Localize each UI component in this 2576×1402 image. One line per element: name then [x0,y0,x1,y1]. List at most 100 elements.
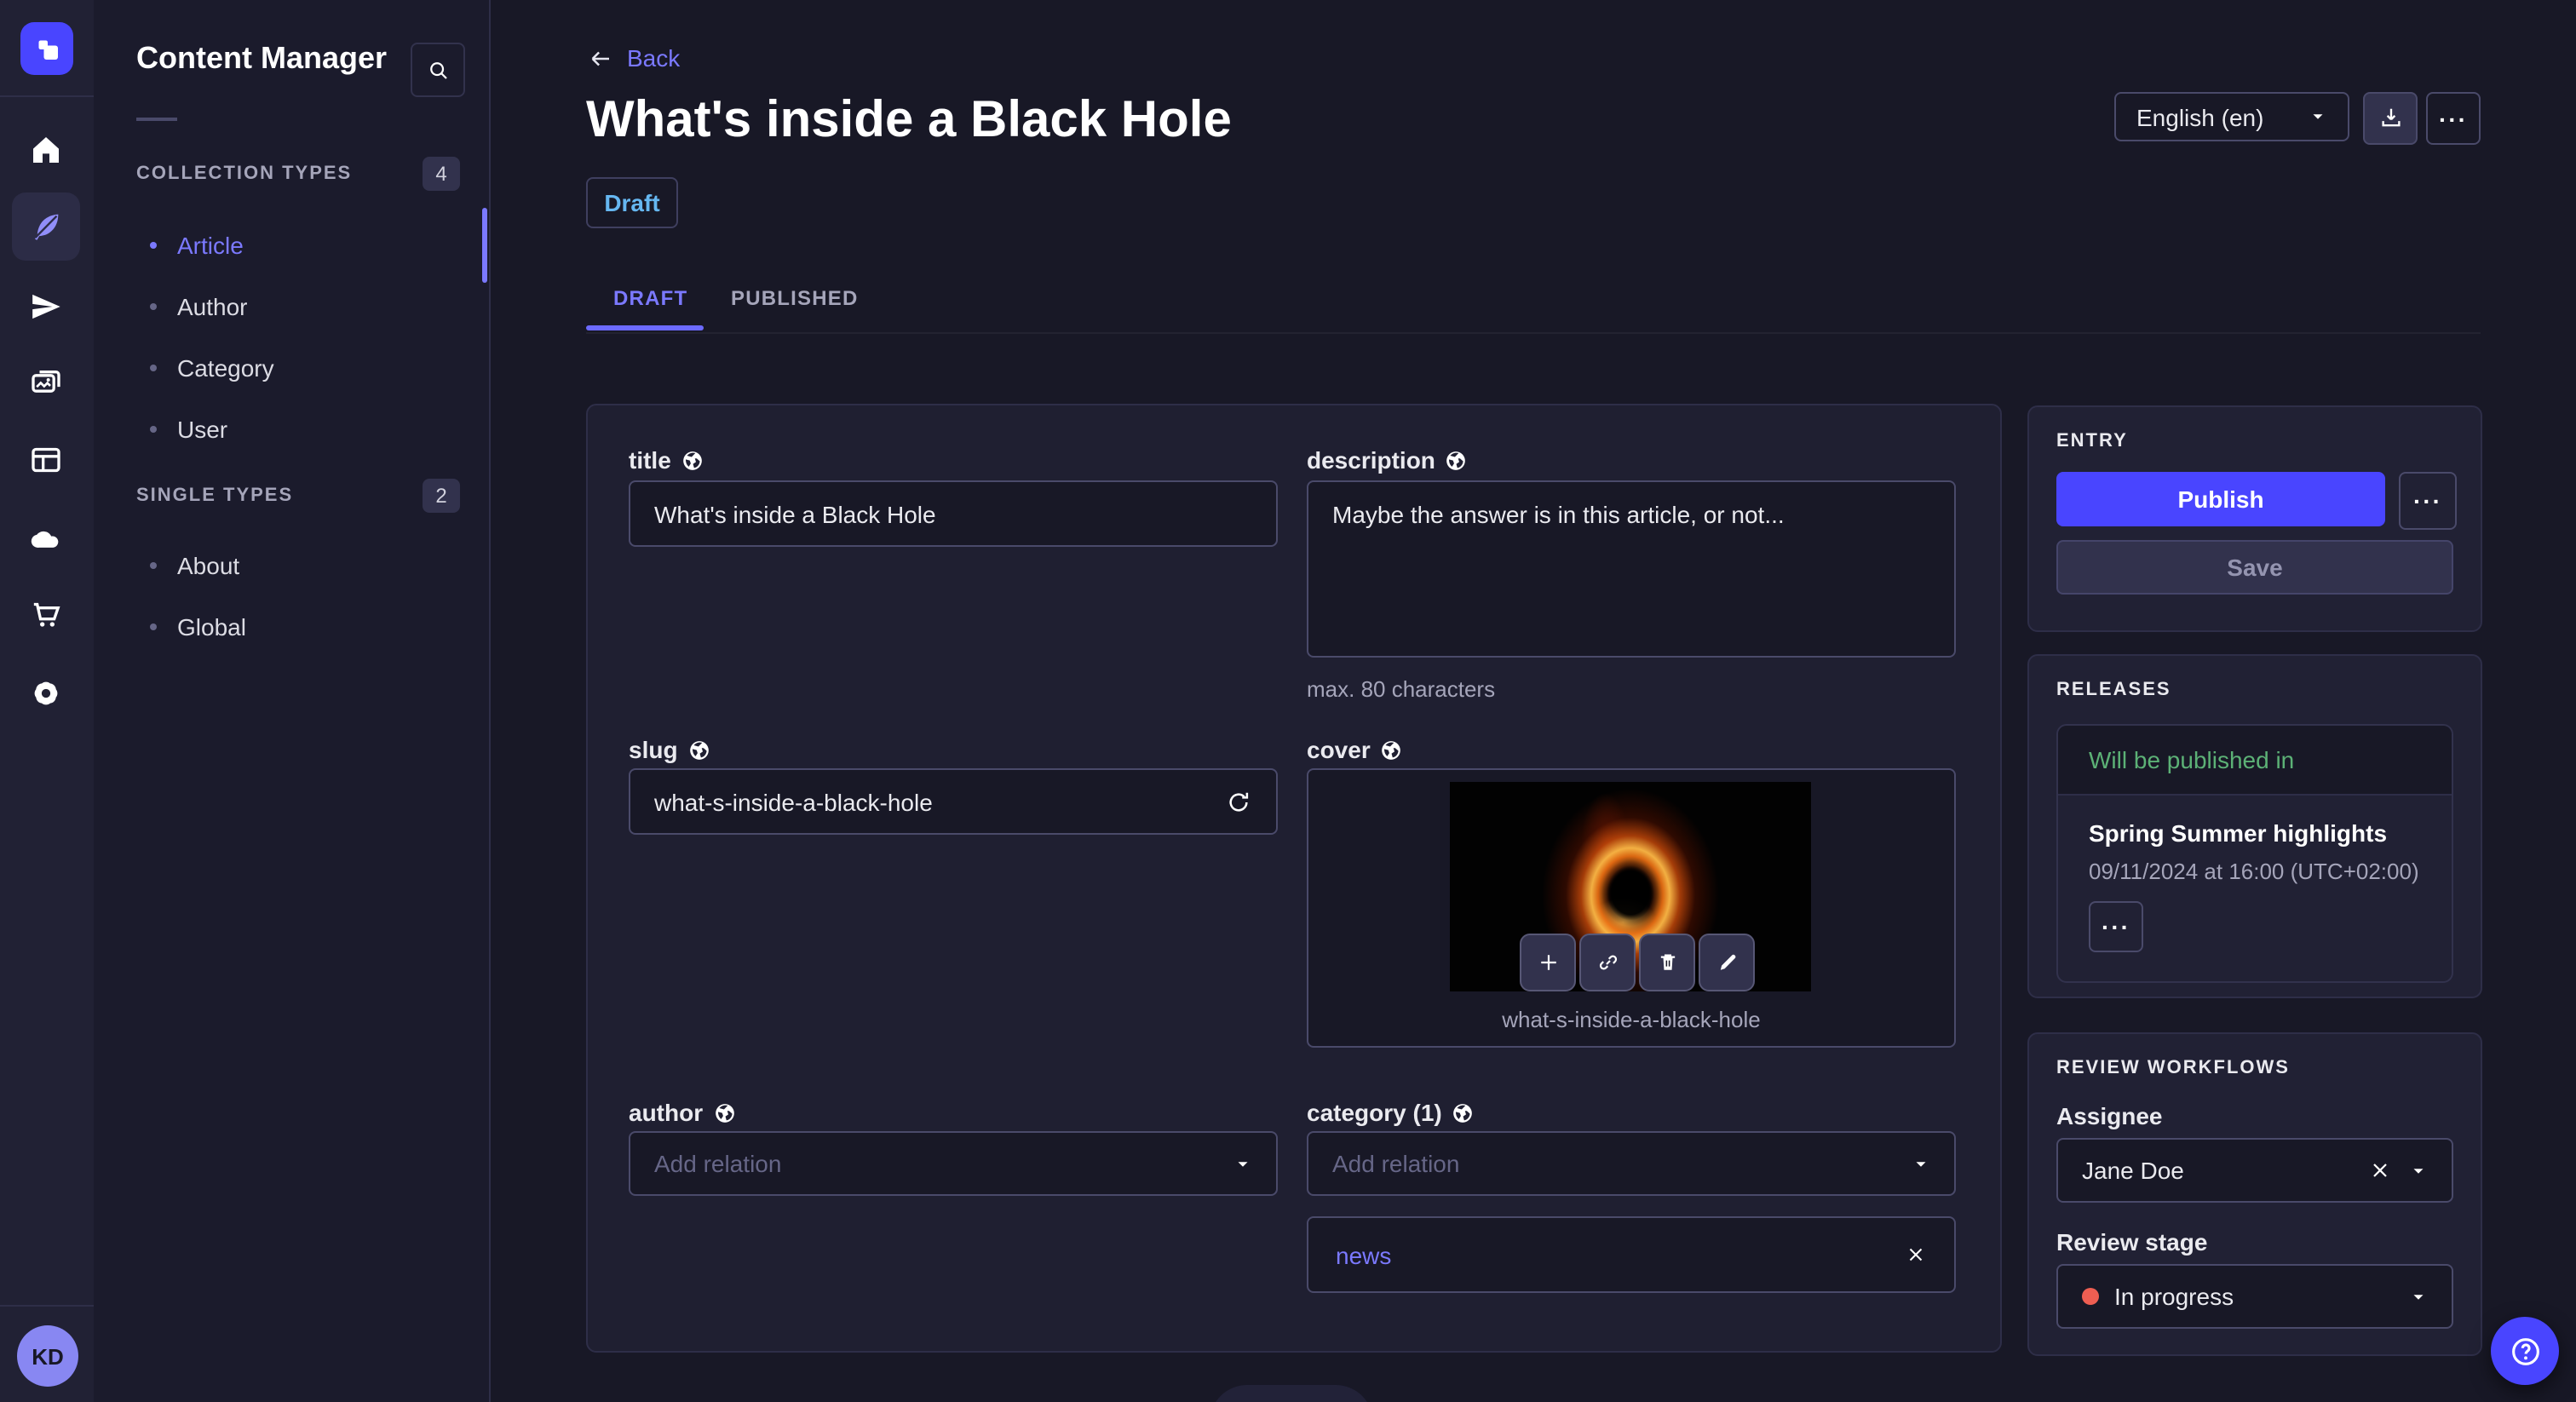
chevron-down-icon [2313,114,2323,119]
globe-icon [682,451,702,469]
tab-published[interactable]: PUBLISHED [731,286,859,310]
sidebar-item-global[interactable]: Global [150,613,457,641]
back-label: Back [627,44,681,72]
bullet-icon [150,365,157,371]
tabs-divider [586,332,2481,334]
stage-dot-icon [2082,1288,2099,1305]
nav-settings[interactable] [12,659,80,727]
release-body: Spring Summer highlights 09/11/2024 at 1… [2058,796,2452,952]
relation-link[interactable]: news [1336,1241,1391,1268]
back-link[interactable]: Back [588,44,680,72]
nav-marketplace[interactable] [12,581,80,649]
release-card: Will be published in Spring Summer highl… [2056,724,2453,983]
assignee-select[interactable]: Jane Doe [2056,1138,2453,1203]
category-relation-item: news [1307,1216,1956,1293]
description-textarea[interactable]: Maybe the answer is in this article, or … [1307,480,1956,658]
strapi-logo[interactable] [20,22,73,75]
question-mark-icon [2511,1337,2539,1365]
cover-filename: what-s-inside-a-black-hole [1502,1007,1761,1032]
slug-input[interactable]: what-s-inside-a-black-hole [629,768,1278,835]
bullet-icon [150,623,157,630]
sidebar-item-label: Author [177,293,248,320]
link-icon [1598,955,1617,970]
nav-content-type-builder[interactable] [12,426,80,494]
description-hint: max. 80 characters [1307,676,1496,702]
entry-panel-title: ENTRY [2056,431,2128,451]
content-manager-sidebar: Content Manager COLLECTION TYPES 4 Artic… [94,0,491,1402]
user-avatar[interactable]: KD [17,1325,78,1387]
release-name: Spring Summer highlights [2089,819,2388,847]
cloud-icon [31,531,59,548]
review-stage-label: Review stage [2056,1228,2208,1255]
release-status: Will be published in [2089,746,2295,773]
rail-divider-top [0,95,94,97]
locale-select[interactable]: English (en) [2114,92,2349,141]
header-more-button[interactable]: ··· [2426,92,2481,145]
section-collection-types: COLLECTION TYPES [136,164,353,184]
release-date: 09/11/2024 at 16:00 (UTC+02:00) [2089,859,2419,884]
chevron-down-icon [2413,1168,2424,1173]
release-status-header: Will be published in [2058,726,2452,796]
sidebar-divider [136,118,177,121]
help-button[interactable] [2491,1317,2559,1385]
review-stage-select[interactable]: In progress [2056,1264,2453,1329]
publish-button[interactable]: Publish [2056,472,2385,526]
cover-delete-button[interactable] [1639,934,1695,991]
cover-edit-button[interactable] [1699,934,1755,991]
active-tab-underline [586,325,704,330]
globe-icon [715,1103,733,1122]
main-nav-rail: KD [0,0,95,1402]
sidebar-item-user[interactable]: User [150,416,457,443]
entry-more-button[interactable]: ··· [2399,472,2457,530]
nav-content-manager[interactable] [12,192,80,261]
field-description-label: description [1307,446,1468,474]
export-button[interactable] [2363,92,2418,145]
page-title: What's inside a Black Hole [586,92,1232,148]
sidebar-item-category[interactable]: Category [150,354,457,382]
nav-media-library[interactable] [12,349,80,417]
sidebar-item-about[interactable]: About [150,552,457,579]
nav-home[interactable] [12,116,80,184]
save-button[interactable]: Save [2056,540,2453,595]
sidebar-item-article[interactable]: Article [150,232,457,259]
sidebar-scrollbar-thumb[interactable] [482,208,487,283]
section-single-types: SINGLE TYPES [136,486,294,506]
feather-icon [34,214,59,240]
regenerate-icon[interactable] [1225,788,1252,815]
title-input[interactable]: What's inside a Black Hole [629,480,1278,547]
ellipsis-icon: ··· [2102,913,2130,940]
add-icon [1540,955,1555,970]
collection-types-count-badge: 4 [423,157,460,191]
chevron-down-icon [1916,1161,1926,1166]
cover-copy-link-button[interactable] [1579,934,1636,991]
cart-icon [33,602,60,627]
globe-icon [1453,1103,1473,1122]
media-library-icon [32,371,60,393]
trash-icon [1659,954,1675,970]
bullet-icon [150,303,157,310]
bullet-icon [150,562,157,569]
author-relation-select[interactable]: Add relation [629,1131,1278,1196]
review-workflows-panel: REVIEW WORKFLOWS Assignee Jane Doe Revie… [2027,1032,2482,1356]
sidebar-item-label: User [177,416,228,443]
category-relation-select[interactable]: Add relation [1307,1131,1956,1196]
clear-icon[interactable] [2368,1158,2392,1182]
nav-deploy[interactable] [12,273,80,341]
stage-value-wrap: In progress [2082,1283,2234,1310]
cover-add-button[interactable] [1520,934,1576,991]
close-icon[interactable] [1905,1244,1927,1266]
sidebar-item-label: Global [177,613,246,641]
single-types-count-badge: 2 [423,479,460,513]
tab-draft[interactable]: DRAFT [613,286,687,310]
sidebar-item-label: Article [177,232,244,259]
paper-plane-icon [32,294,60,319]
sidebar-item-author[interactable]: Author [150,293,457,320]
bottom-panel-pill[interactable] [1210,1385,1373,1402]
field-cover-label: cover [1307,736,1403,763]
assignee-label: Assignee [2056,1102,2163,1129]
bullet-icon [150,426,157,433]
release-more-button[interactable]: ··· [2089,901,2143,952]
nav-cloud[interactable] [12,504,80,572]
search-button[interactable] [411,43,465,97]
bullet-icon [150,242,157,249]
